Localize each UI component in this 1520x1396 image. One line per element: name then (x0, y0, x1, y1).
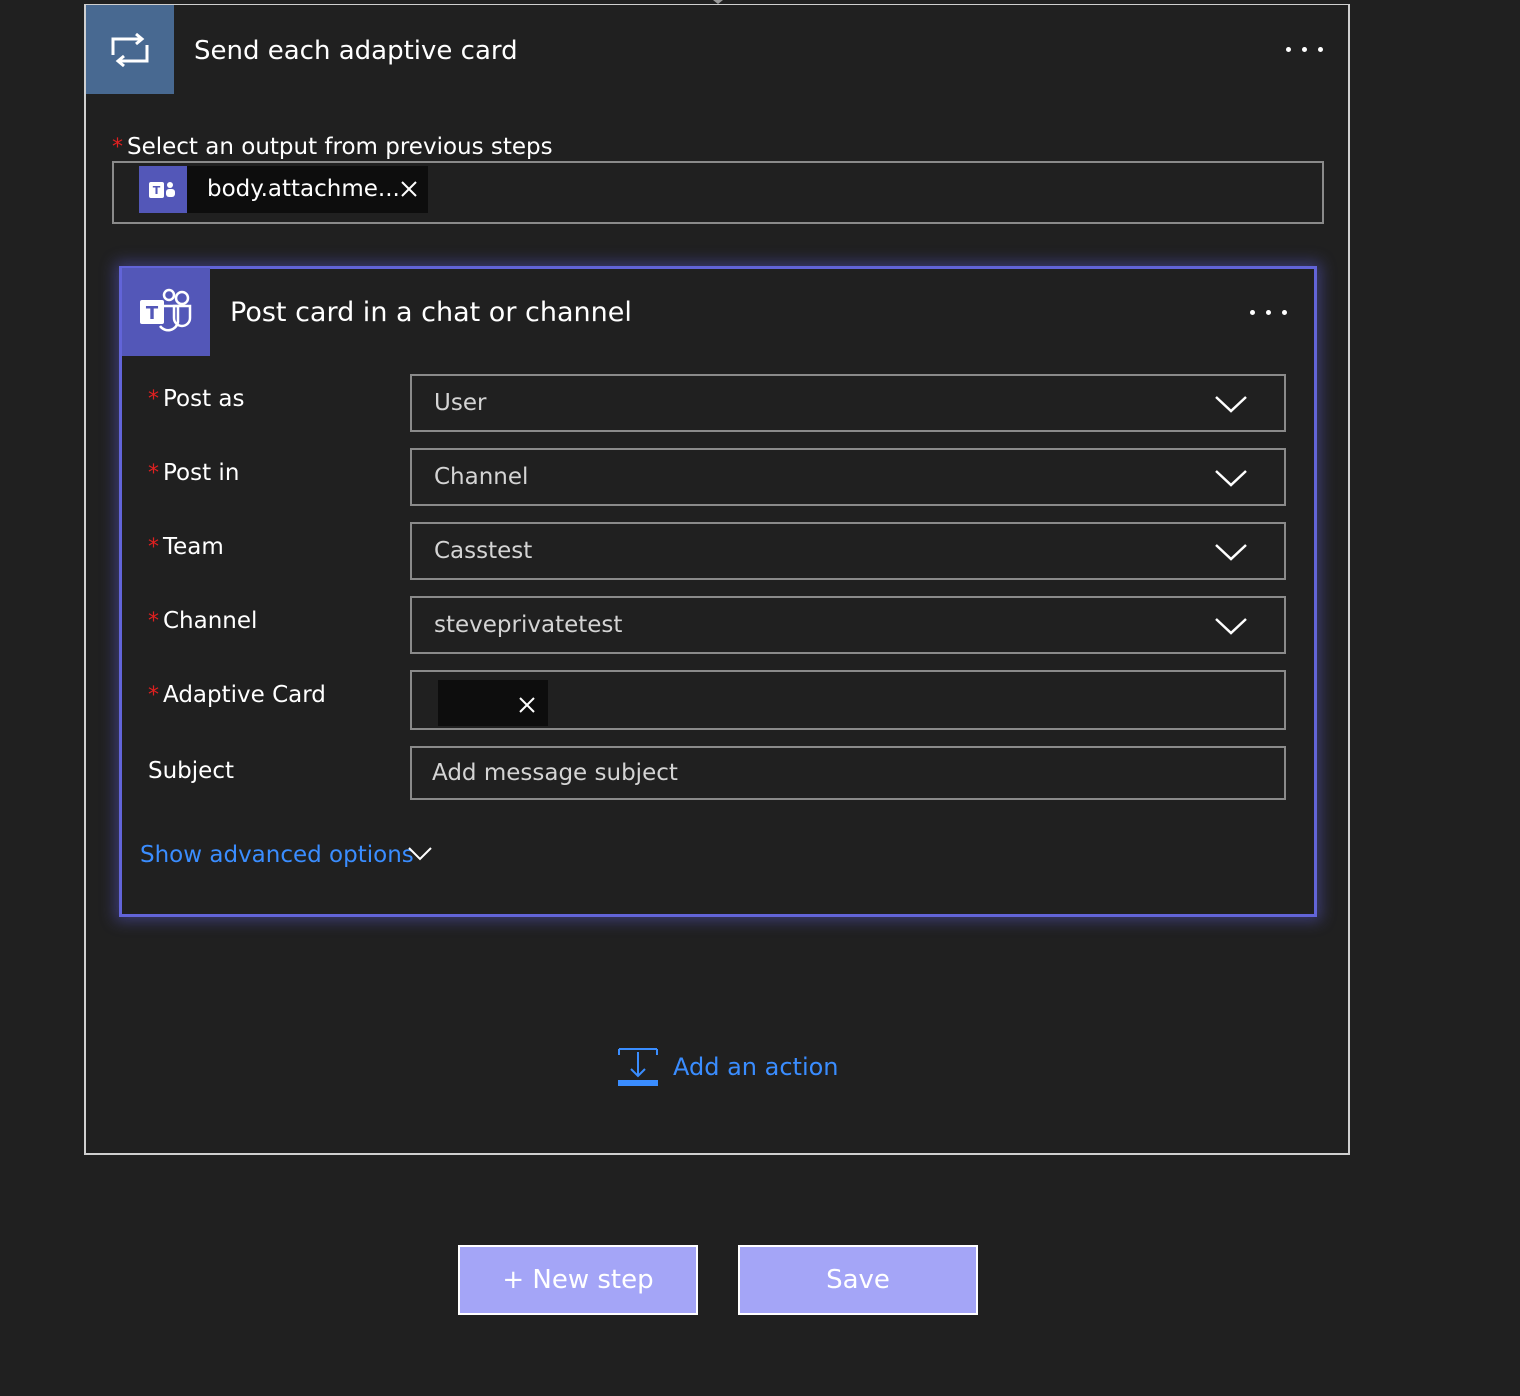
svg-text:T: T (146, 303, 159, 324)
team-dropdown[interactable]: Casstest (410, 522, 1286, 580)
add-action-icon (618, 1048, 658, 1086)
subject-input[interactable] (412, 748, 1284, 798)
chevron-down-icon (1215, 470, 1247, 487)
chevron-down-icon (1215, 544, 1247, 561)
post-as-value: User (434, 390, 487, 416)
channel-dropdown[interactable]: steveprivatetest (410, 596, 1286, 654)
channel-label: * Channel (148, 608, 258, 634)
subject-field[interactable] (410, 746, 1286, 800)
adaptive-card-field[interactable] (410, 670, 1286, 730)
new-step-button[interactable]: + New step (458, 1245, 698, 1315)
post-as-dropdown[interactable]: User (410, 374, 1286, 432)
post-as-label: * Post as (148, 386, 245, 412)
add-action-label: Add an action (673, 1053, 839, 1081)
loop-more-options-icon[interactable] (1286, 47, 1323, 52)
teams-icon: T (139, 166, 187, 213)
required-asterisk: * (148, 535, 159, 560)
required-asterisk: * (148, 683, 159, 708)
remove-token-icon[interactable] (396, 176, 422, 202)
required-asterisk: * (148, 387, 159, 412)
required-asterisk: * (148, 609, 159, 634)
loop-icon (86, 5, 174, 94)
post-in-label: * Post in (148, 460, 240, 486)
show-advanced-options-link[interactable]: Show advanced options (140, 840, 414, 870)
chevron-down-icon[interactable] (408, 846, 432, 862)
subject-label: Subject (148, 758, 234, 784)
required-asterisk: * (112, 135, 123, 160)
svg-text:T: T (153, 184, 161, 197)
loop-title[interactable]: Send each adaptive card (194, 34, 518, 68)
add-action-button[interactable]: Add an action (617, 1046, 839, 1088)
team-value: Casstest (434, 538, 533, 564)
teams-icon: T (122, 268, 210, 356)
save-button[interactable]: Save (738, 1245, 978, 1315)
required-asterisk: * (148, 461, 159, 486)
chevron-down-icon (1215, 396, 1247, 413)
adaptive-card-label: * Adaptive Card (148, 682, 326, 708)
remove-token-icon[interactable] (516, 694, 538, 716)
post-in-dropdown[interactable]: Channel (410, 448, 1286, 506)
team-label: * Team (148, 534, 224, 560)
post-in-value: Channel (434, 464, 529, 490)
action-title[interactable]: Post card in a chat or channel (230, 296, 632, 330)
post-card-action (119, 266, 1317, 917)
output-token-label: body.attachme... (207, 176, 400, 202)
output-field-label: * Select an output from previous steps (112, 134, 553, 160)
action-more-options-icon[interactable] (1250, 310, 1287, 315)
channel-value: steveprivatetest (434, 612, 623, 638)
chevron-down-icon (1215, 618, 1247, 635)
